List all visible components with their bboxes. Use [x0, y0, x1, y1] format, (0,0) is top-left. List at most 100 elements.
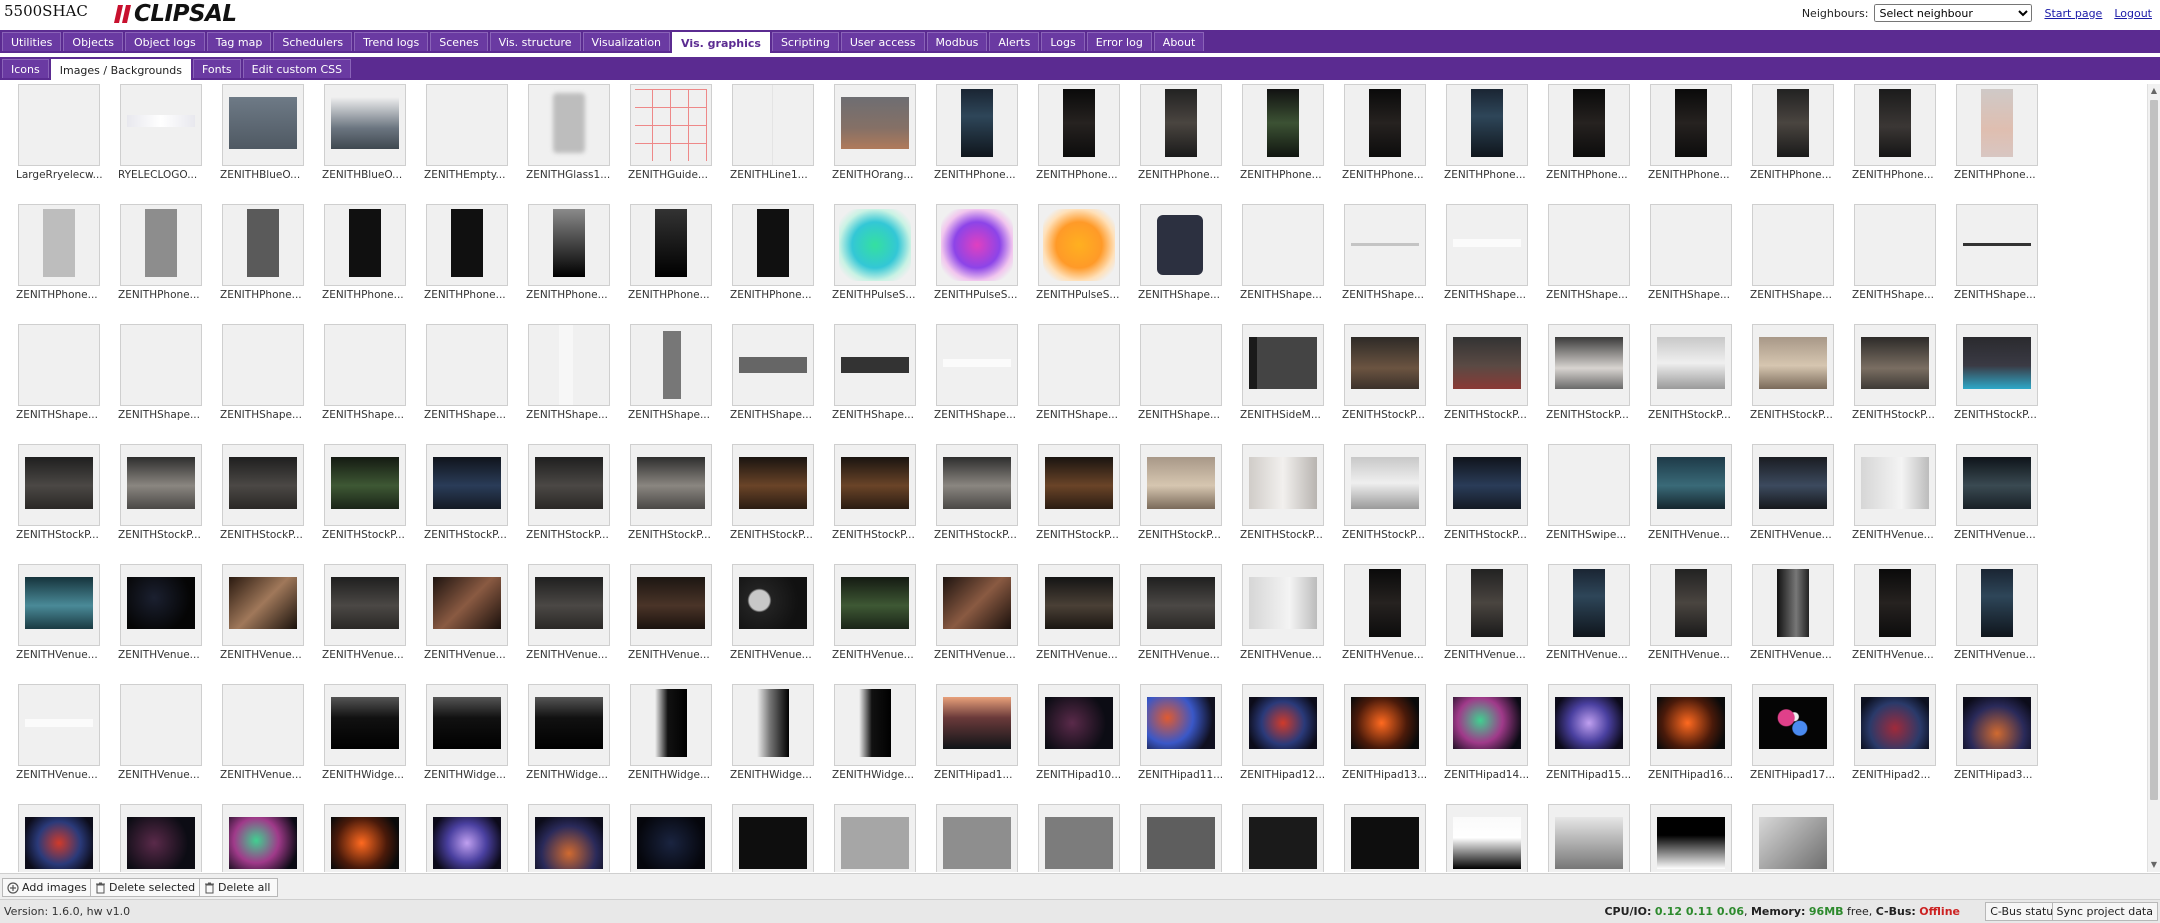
- image-tile[interactable]: ZENITHVenue...: [220, 684, 306, 781]
- image-thumbnail[interactable]: [1650, 804, 1732, 872]
- image-thumbnail[interactable]: [528, 564, 610, 646]
- tab-scripting[interactable]: Scripting: [771, 32, 839, 51]
- delete-all-button[interactable]: Delete all: [199, 878, 278, 897]
- image-tile[interactable]: ZENITHVenue...: [1750, 564, 1836, 661]
- image-tile[interactable]: ZENITHVenue...: [832, 564, 918, 661]
- image-thumbnail[interactable]: [1752, 84, 1834, 166]
- image-thumbnail[interactable]: [426, 804, 508, 872]
- image-tile[interactable]: ZENITHPhone...: [526, 204, 612, 301]
- image-thumbnail[interactable]: [528, 444, 610, 526]
- image-thumbnail[interactable]: [834, 84, 916, 166]
- image-tile[interactable]: RYELECLOGO...: [118, 84, 204, 181]
- image-tile[interactable]: [1648, 804, 1734, 872]
- image-thumbnail[interactable]: [732, 684, 814, 766]
- image-tile[interactable]: ZENITHPhone...: [1852, 84, 1938, 181]
- image-thumbnail[interactable]: [528, 684, 610, 766]
- image-thumbnail[interactable]: [18, 324, 100, 406]
- image-tile[interactable]: ZENITHWidge...: [730, 684, 816, 781]
- image-thumbnail[interactable]: [1650, 684, 1732, 766]
- image-thumbnail[interactable]: [1038, 684, 1120, 766]
- image-tile[interactable]: ZENITHStockP...: [16, 444, 102, 541]
- image-thumbnail[interactable]: [1038, 204, 1120, 286]
- image-tile[interactable]: ZENITHShape...: [1240, 204, 1326, 301]
- image-tile[interactable]: ZENITHShape...: [934, 324, 1020, 421]
- image-tile[interactable]: ZENITHipad14...: [1444, 684, 1530, 781]
- image-tile[interactable]: ZENITHVenue...: [730, 564, 816, 661]
- image-thumbnail[interactable]: [1446, 684, 1528, 766]
- image-tile[interactable]: ZENITHWidge...: [832, 684, 918, 781]
- image-tile[interactable]: ZENITHVenue...: [1546, 564, 1632, 661]
- image-thumbnail[interactable]: [1344, 324, 1426, 406]
- image-tile[interactable]: ZENITHShape...: [424, 324, 510, 421]
- image-tile[interactable]: [118, 804, 204, 872]
- image-tile[interactable]: ZENITHStockP...: [1240, 444, 1326, 541]
- image-tile[interactable]: ZENITHPhone...: [1954, 84, 2040, 181]
- image-thumbnail[interactable]: [120, 324, 202, 406]
- tab-logs[interactable]: Logs: [1041, 32, 1085, 51]
- image-thumbnail[interactable]: [324, 444, 406, 526]
- image-thumbnail[interactable]: [528, 324, 610, 406]
- image-tile[interactable]: ZENITHStockP...: [1546, 324, 1632, 421]
- image-tile[interactable]: ZENITHGlass1...: [526, 84, 612, 181]
- image-tile[interactable]: ZENITHStockP...: [730, 444, 816, 541]
- image-tile[interactable]: ZENITHPhone...: [220, 204, 306, 301]
- image-thumbnail[interactable]: [120, 84, 202, 166]
- image-tile[interactable]: ZENITHBlueO...: [322, 84, 408, 181]
- image-tile[interactable]: ZENITHStockP...: [322, 444, 408, 541]
- image-tile[interactable]: ZENITHVenue...: [1342, 564, 1428, 661]
- image-thumbnail[interactable]: [528, 804, 610, 872]
- image-tile[interactable]: ZENITHVenue...: [1036, 564, 1122, 661]
- image-tile[interactable]: ZENITHPhone...: [934, 84, 1020, 181]
- image-thumbnail[interactable]: [1038, 324, 1120, 406]
- image-thumbnail[interactable]: [222, 84, 304, 166]
- image-tile[interactable]: ZENITHipad2...: [1852, 684, 1938, 781]
- image-tile[interactable]: ZENITHStockP...: [1852, 324, 1938, 421]
- image-tile[interactable]: ZENITHPhone...: [730, 204, 816, 301]
- image-thumbnail[interactable]: [630, 564, 712, 646]
- image-tile[interactable]: ZENITHPulseS...: [832, 204, 918, 301]
- image-thumbnail[interactable]: [732, 324, 814, 406]
- image-tile[interactable]: ZENITHShape...: [1750, 204, 1836, 301]
- image-tile[interactable]: ZENITHStockP...: [526, 444, 612, 541]
- image-tile[interactable]: ZENITHStockP...: [1750, 324, 1836, 421]
- image-tile[interactable]: ZENITHShape...: [1852, 204, 1938, 301]
- tab-tag-map[interactable]: Tag map: [206, 32, 272, 51]
- image-thumbnail[interactable]: [1140, 444, 1222, 526]
- delete-selected-button[interactable]: Delete selected: [90, 878, 203, 897]
- image-thumbnail[interactable]: [120, 804, 202, 872]
- image-tile[interactable]: ZENITHShape...: [1342, 204, 1428, 301]
- image-tile[interactable]: ZENITHVenue...: [424, 564, 510, 661]
- image-tile[interactable]: [1138, 804, 1224, 872]
- image-tile[interactable]: ZENITHShape...: [1954, 204, 2040, 301]
- image-tile[interactable]: ZENITHShape...: [1138, 324, 1224, 421]
- image-tile[interactable]: ZENITHVenue...: [628, 564, 714, 661]
- image-thumbnail[interactable]: [1956, 84, 2038, 166]
- image-thumbnail[interactable]: [18, 84, 100, 166]
- image-thumbnail[interactable]: [222, 444, 304, 526]
- image-tile[interactable]: ZENITHVenue...: [934, 564, 1020, 661]
- image-tile[interactable]: ZENITHVenue...: [1138, 564, 1224, 661]
- image-tile[interactable]: ZENITHShape...: [730, 324, 816, 421]
- image-thumbnail[interactable]: [426, 324, 508, 406]
- image-tile[interactable]: ZENITHPhone...: [1546, 84, 1632, 181]
- image-tile[interactable]: ZENITHEmpty...: [424, 84, 510, 181]
- tab-utilities[interactable]: Utilities: [2, 32, 62, 51]
- image-tile[interactable]: ZENITHShape...: [1036, 324, 1122, 421]
- image-thumbnail[interactable]: [1446, 804, 1528, 872]
- logout-link[interactable]: Logout: [2114, 7, 2152, 20]
- image-tile[interactable]: ZENITHPhone...: [1036, 84, 1122, 181]
- image-thumbnail[interactable]: [1650, 444, 1732, 526]
- image-thumbnail[interactable]: [222, 564, 304, 646]
- image-tile[interactable]: ZENITHShape...: [322, 324, 408, 421]
- image-thumbnail[interactable]: [834, 204, 916, 286]
- image-tile[interactable]: ZENITHOrang...: [832, 84, 918, 181]
- image-thumbnail[interactable]: [630, 444, 712, 526]
- image-tile[interactable]: ZENITHipad13...: [1342, 684, 1428, 781]
- image-thumbnail[interactable]: [1344, 84, 1426, 166]
- image-tile[interactable]: ZENITHStockP...: [118, 444, 204, 541]
- image-tile[interactable]: [16, 804, 102, 872]
- image-thumbnail[interactable]: [324, 324, 406, 406]
- image-thumbnail[interactable]: [1854, 444, 1936, 526]
- image-thumbnail[interactable]: [1038, 804, 1120, 872]
- subtab-fonts[interactable]: Fonts: [192, 59, 241, 78]
